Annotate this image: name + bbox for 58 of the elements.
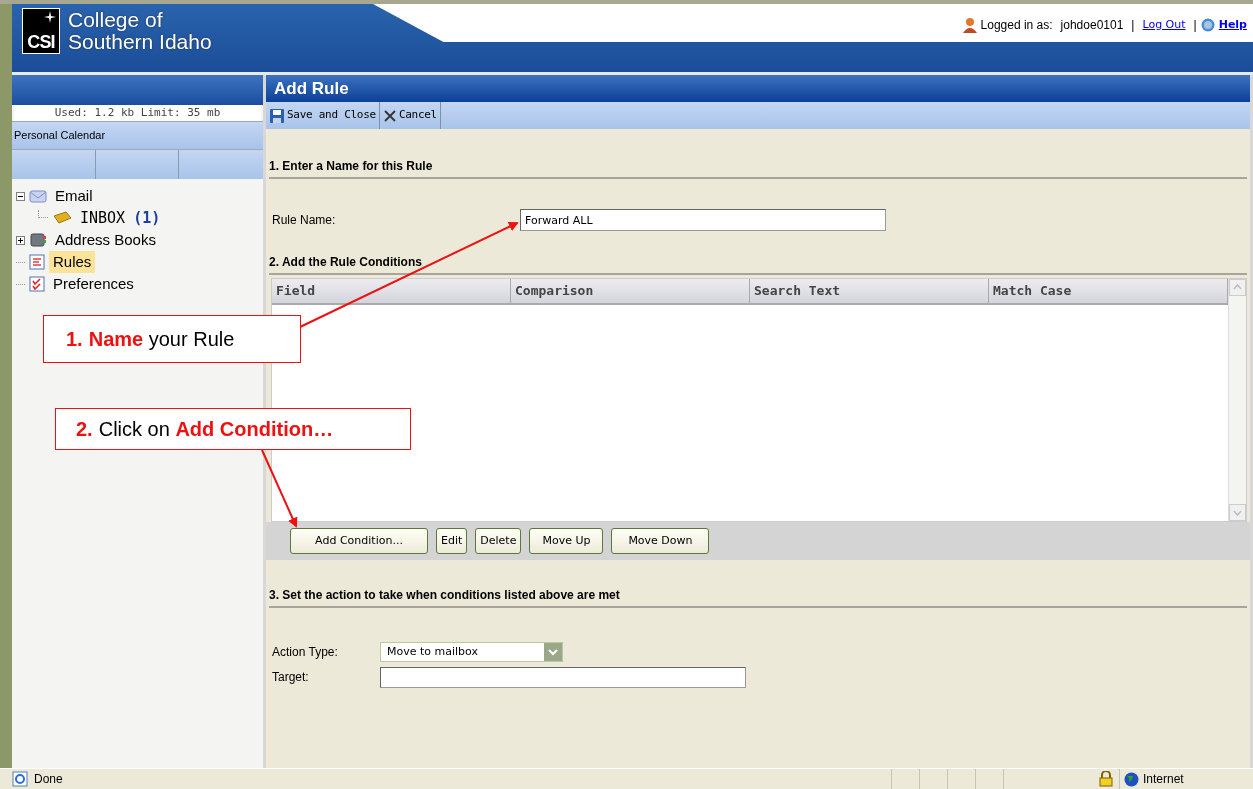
scroll-up-icon[interactable]	[1229, 279, 1246, 296]
toolbar-button[interactable]: Cancel	[379, 102, 441, 129]
username: johdoe0101	[1060, 17, 1124, 34]
book-icon	[29, 232, 47, 248]
globe-icon	[1124, 771, 1139, 787]
condition-button[interactable]: Delete	[475, 528, 522, 554]
tree-item[interactable]: Preferences	[49, 272, 138, 296]
checklist-icon	[29, 276, 45, 292]
close-icon	[382, 108, 397, 123]
collapse-icon[interactable]	[16, 191, 25, 201]
column-header[interactable]: Comparison	[511, 279, 750, 303]
tray-icon	[52, 211, 72, 225]
target-field[interactable]	[380, 666, 746, 688]
page-title: Add Rule	[266, 75, 1250, 102]
college-name: College of	[68, 9, 164, 31]
section-heading: 1. Enter a Name for this Rule	[269, 157, 1247, 179]
tree-item[interactable]: Address Books	[51, 228, 160, 252]
college-name: Southern Idaho	[68, 31, 212, 53]
logo-mark: CSI	[22, 8, 60, 54]
callout-number: 2.	[76, 417, 93, 442]
tree-item[interactable]: INBOX	[76, 206, 130, 230]
field-label: Rule Name:	[272, 212, 337, 229]
logged-in-label: Logged in as:	[980, 17, 1053, 34]
callout-number: 1.	[66, 327, 83, 352]
status-text: Done	[34, 771, 64, 788]
expand-icon[interactable]	[16, 235, 25, 245]
condition-button[interactable]: Move Up	[529, 528, 604, 554]
condition-button[interactable]: Edit	[436, 528, 468, 554]
log-out-link[interactable]: Log Out	[1142, 16, 1186, 34]
action-type-dropdown[interactable]: Move to mailbox	[380, 642, 563, 662]
separator: |	[1131, 17, 1135, 34]
help-link[interactable]: Help	[1218, 16, 1247, 34]
section-heading: 3. Set the action to take when conditions listed above are met	[269, 586, 1247, 608]
quota-text: Used: 1.2 kb Limit: 35 mb	[14, 105, 261, 121]
scrollbar[interactable]	[1228, 279, 1246, 521]
field-label: Action Type:	[272, 644, 339, 661]
user-icon	[962, 17, 977, 33]
section-heading: 2. Add the Rule Conditions	[269, 253, 1247, 275]
callout-text: Click on Add Condition…	[98, 417, 334, 442]
condition-button[interactable]: Add Condition...	[290, 528, 428, 554]
rule-name-field[interactable]: Forward ALL	[520, 209, 886, 231]
field-label: Target:	[272, 669, 310, 686]
separator: |	[1193, 17, 1197, 34]
scroll-down-icon[interactable]	[1229, 504, 1246, 521]
calendar-tab[interactable]: Personal Calendar	[12, 121, 263, 150]
toolbar-button[interactable]: Save and Close	[266, 102, 380, 129]
list-icon	[29, 254, 45, 270]
tree-item[interactable]: Rules	[49, 250, 96, 274]
padlock-icon	[1099, 771, 1113, 787]
tree-item[interactable]: Email	[51, 184, 97, 208]
column-header[interactable]: Field	[272, 279, 511, 303]
callout-text: Name your Rule	[88, 327, 235, 352]
help-icon	[1200, 18, 1215, 32]
unread-count: (1)	[133, 207, 161, 229]
column-header[interactable]: Search Text	[750, 279, 989, 303]
condition-button[interactable]: Move Down	[611, 528, 710, 554]
envelope-icon	[29, 188, 47, 204]
zone-text: Internet	[1143, 771, 1185, 788]
